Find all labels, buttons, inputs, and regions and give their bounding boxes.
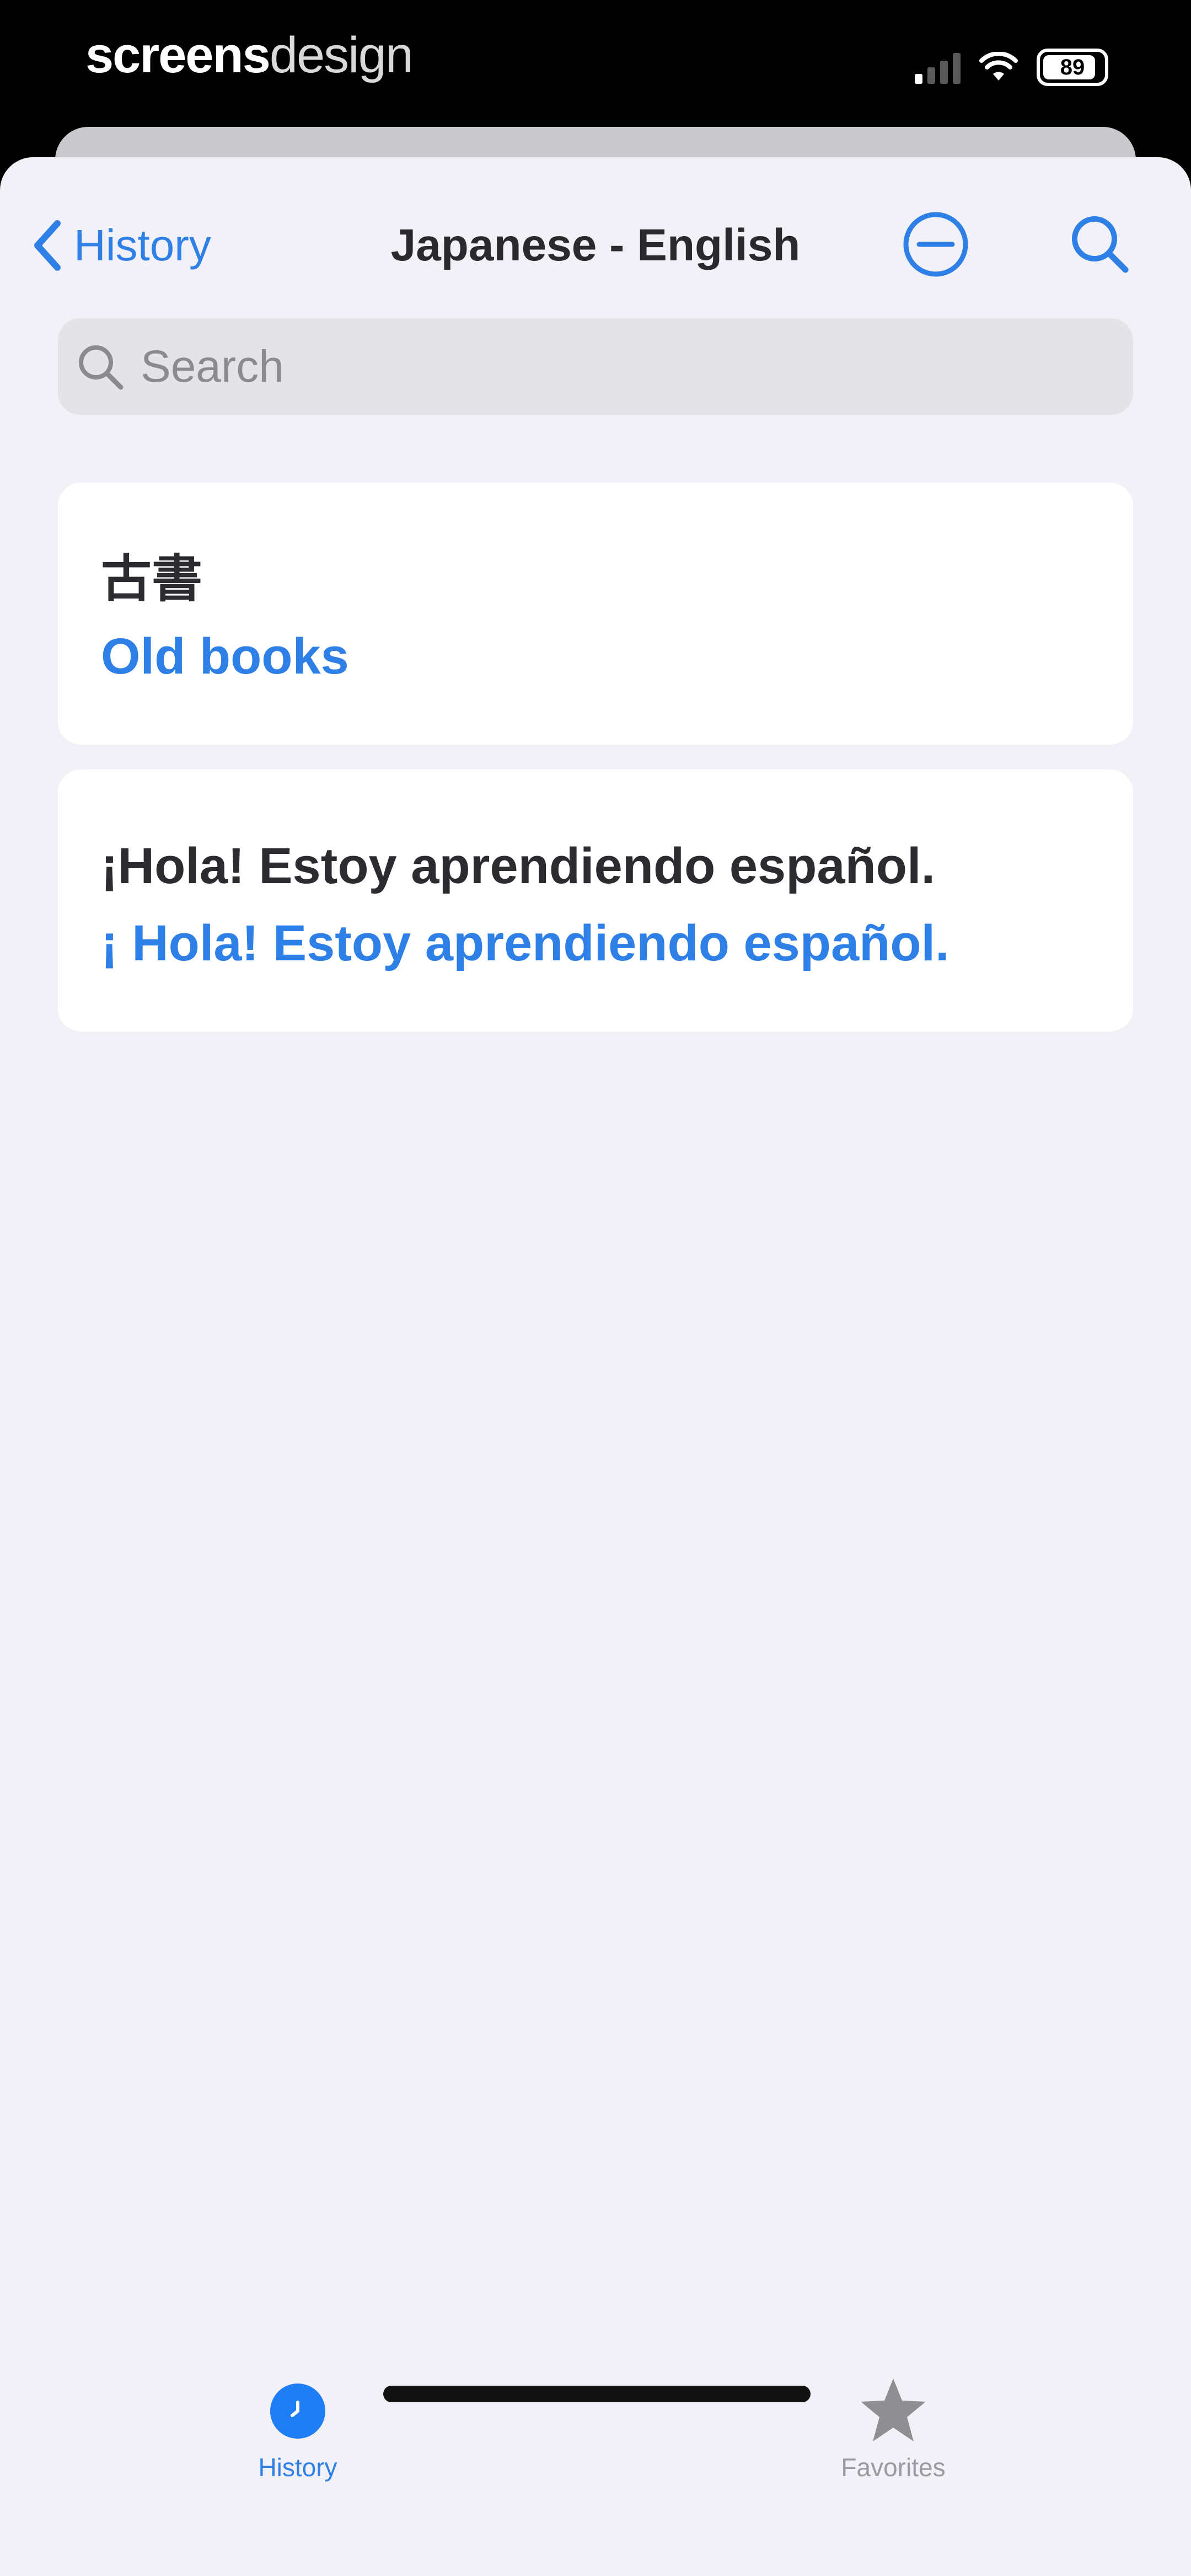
status-icons: 89 xyxy=(915,45,1108,89)
tab-history-label: History xyxy=(258,2453,337,2482)
minus-circle-icon xyxy=(902,210,970,281)
search-input[interactable] xyxy=(141,333,1078,400)
history-list: 古書 Old books ¡Hola! Estoy aprendiendo es… xyxy=(58,483,1133,1032)
chevron-left-icon xyxy=(32,219,63,272)
status-brand-watermark: screensdesign xyxy=(85,25,414,85)
tab-history[interactable]: History xyxy=(187,2361,408,2521)
navigation-bar: History Japanese - English xyxy=(0,157,1191,317)
home-indicator xyxy=(383,2386,811,2402)
history-item-source: 古書 xyxy=(101,551,203,607)
page-title: Japanese - English xyxy=(390,220,801,270)
history-clock-icon xyxy=(262,2375,334,2447)
tab-bar: History Favorites xyxy=(0,2184,1191,2480)
history-item-source: ¡Hola! Estoy aprendiendo español. xyxy=(101,838,936,894)
battery-icon: 89 xyxy=(1037,49,1108,86)
star-icon xyxy=(857,2375,929,2447)
status-bar: screensdesign 89 xyxy=(0,0,1191,127)
back-button-label: History xyxy=(74,221,211,270)
brand-light-text: design xyxy=(269,27,414,83)
brand-bold-text: screens xyxy=(85,27,271,83)
back-button[interactable]: History xyxy=(32,207,211,284)
cellular-signal-icon xyxy=(915,51,961,84)
battery-percentage: 89 xyxy=(1060,55,1085,79)
search-icon xyxy=(76,342,125,392)
history-item-translation: ¡ Hola! Estoy aprendiendo español. xyxy=(101,915,949,971)
wifi-icon xyxy=(979,52,1018,83)
history-item[interactable]: 古書 Old books xyxy=(58,483,1133,745)
tab-favorites[interactable]: Favorites xyxy=(783,2361,1004,2521)
history-item-translation: Old books xyxy=(101,628,349,685)
clear-history-button[interactable] xyxy=(897,207,974,284)
search-bar[interactable] xyxy=(58,318,1133,415)
tab-favorites-label: Favorites xyxy=(841,2453,946,2482)
magnifier-icon xyxy=(1068,212,1132,279)
history-item[interactable]: ¡Hola! Estoy aprendiendo español. ¡ Hola… xyxy=(58,769,1133,1032)
search-button[interactable] xyxy=(1061,207,1139,284)
